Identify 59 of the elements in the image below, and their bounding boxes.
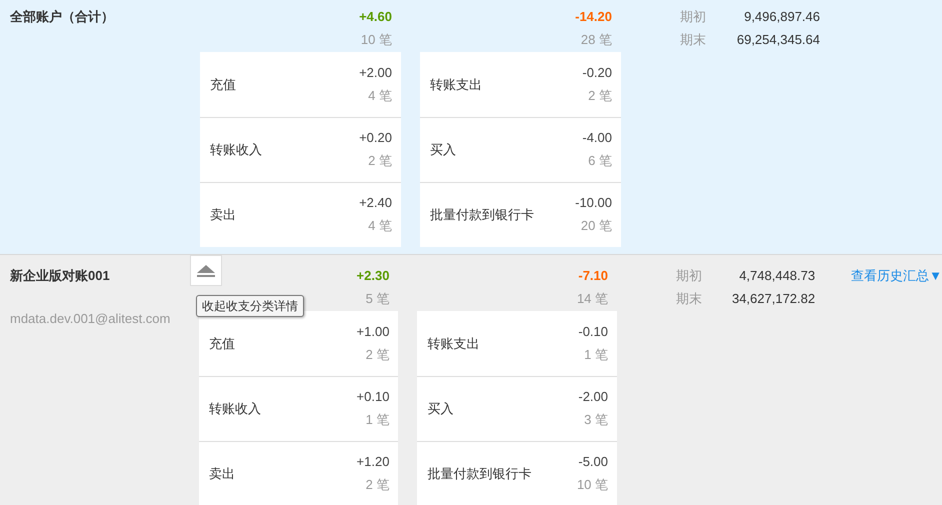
balance-label: 期末 [680, 31, 706, 49]
transaction-count: 5 笔 [366, 290, 390, 308]
category-label: 卖出 [210, 206, 236, 224]
category-label: 转账收入 [210, 141, 262, 159]
category-amount: -0.20 [582, 64, 612, 82]
category-amount: +2.40 [359, 194, 392, 212]
expense-total: -14.20 [575, 8, 612, 26]
transaction-count: 10 笔 [576, 476, 608, 494]
triangle-icon [197, 264, 215, 276]
category-amount: -2.00 [578, 388, 608, 406]
category-amount: -10.00 [575, 194, 612, 212]
category-amount: -5.00 [577, 453, 608, 471]
balance-label: 期初 [676, 267, 702, 285]
history-link[interactable]: 查看历史汇总▼ [851, 265, 942, 287]
income-total: +2.30 [356, 267, 390, 285]
category-amount: +0.10 [356, 388, 390, 406]
balance-value: 9,496,897.46 [744, 8, 820, 26]
transaction-count: 14 笔 [576, 290, 608, 308]
category-amount: +0.20 [359, 129, 392, 147]
transaction-count: 10 笔 [360, 31, 392, 49]
balance-label: 期初 [680, 8, 706, 26]
balance-label: 期末 [676, 290, 702, 308]
category-label: 批量付款到银行卡 [427, 465, 532, 483]
balance-value: 69,254,345.64 [736, 31, 820, 49]
category-label: 批量付款到银行卡 [430, 206, 534, 224]
category-amount: +1.00 [356, 322, 390, 340]
category-amount: -0.10 [578, 322, 608, 340]
account-email: mdata.dev.001@alitest.com [10, 311, 170, 326]
transaction-count: 3 笔 [583, 411, 608, 429]
account-name: 全部账户（合计） [10, 8, 114, 26]
transaction-count: 4 笔 [367, 217, 392, 235]
balance-value: 34,627,172.82 [732, 290, 816, 308]
category-label: 转账支出 [427, 334, 480, 352]
tooltip: 收起收支分类详情 [196, 295, 304, 317]
expense-total: -7.10 [578, 267, 608, 285]
category-amount: -4.00 [582, 129, 612, 147]
transaction-count: 2 笔 [367, 152, 392, 170]
transaction-count: 1 笔 [364, 411, 390, 429]
category-label: 充值 [210, 76, 236, 94]
transaction-count: 6 笔 [587, 152, 612, 170]
category-amount: +2.00 [359, 64, 392, 82]
transaction-count: 2 笔 [364, 346, 390, 364]
category-amount: +1.20 [356, 453, 390, 471]
category-label: 买入 [430, 141, 456, 159]
transaction-count: 4 笔 [367, 86, 392, 104]
balance-value: 4,748,448.73 [739, 267, 816, 285]
transaction-count: 2 笔 [364, 476, 390, 494]
transaction-count: 2 笔 [587, 86, 612, 104]
transaction-count: 1 笔 [583, 346, 608, 364]
category-label: 卖出 [208, 465, 235, 483]
income-total: +4.60 [359, 8, 392, 26]
transaction-count: 20 笔 [580, 217, 612, 235]
category-label: 充值 [208, 334, 235, 352]
account-name: 新企业版对账001 [10, 267, 110, 285]
category-label: 买入 [427, 400, 454, 418]
transaction-count: 28 笔 [580, 31, 612, 49]
collapse-button[interactable] [190, 255, 222, 286]
category-label: 转账收入 [208, 400, 261, 418]
category-label: 转账支出 [430, 76, 482, 94]
